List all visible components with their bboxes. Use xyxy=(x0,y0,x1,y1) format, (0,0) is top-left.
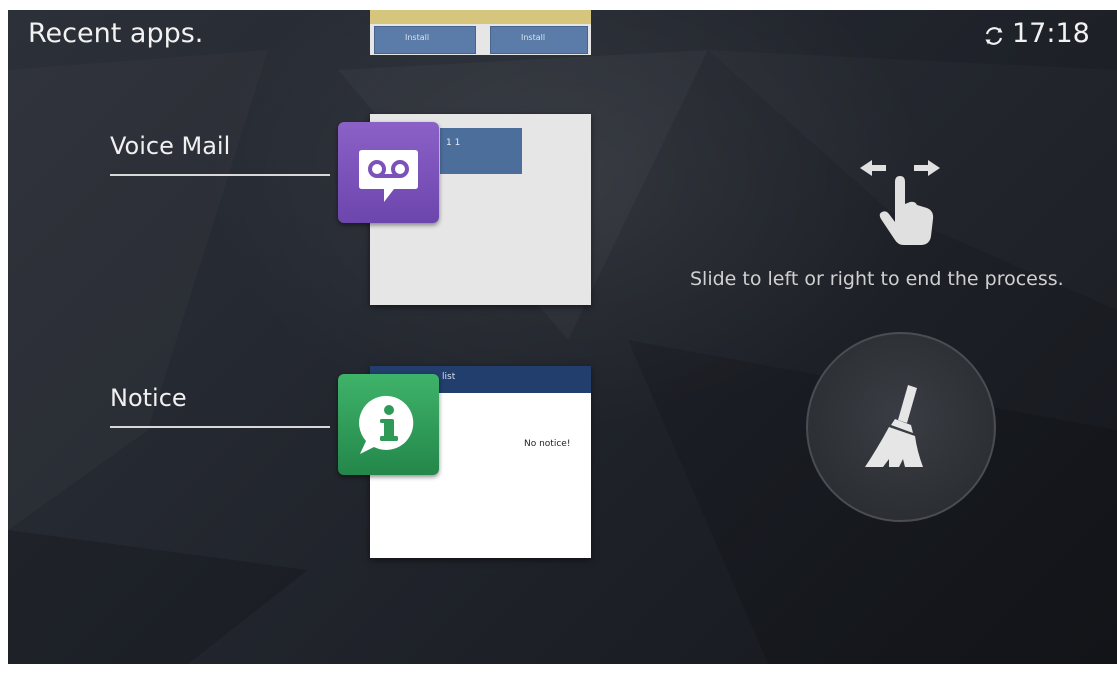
thumbnail-tile-text: 1 1 xyxy=(446,138,461,148)
info-icon xyxy=(359,395,414,454)
app-label-voice-mail: Voice Mail xyxy=(110,132,231,160)
label-underline xyxy=(110,426,330,428)
app-label-notice: Notice xyxy=(110,384,187,412)
background-pattern xyxy=(8,340,1117,664)
thumbnail-empty-message: No notice! xyxy=(524,439,571,449)
voicemail-app-icon[interactable] xyxy=(338,122,439,223)
install-button: Install xyxy=(490,26,588,54)
sync-icon xyxy=(985,27,1003,45)
thumbnail-tile: 1 1 xyxy=(440,128,522,174)
notice-app-icon[interactable] xyxy=(338,374,439,475)
swipe-hint-text: Slide to left or right to end the proces… xyxy=(690,268,1064,290)
install-button-label: Install xyxy=(521,33,546,42)
clock: 17:18 xyxy=(1012,18,1090,49)
install-button-label: Install xyxy=(405,33,430,42)
clear-all-button[interactable] xyxy=(806,332,996,522)
screen-title: Recent apps. xyxy=(28,18,204,49)
voicemail-icon xyxy=(359,150,418,202)
label-underline xyxy=(110,174,330,176)
recent-apps-screen: Recent apps. 17:18 Install Install Voice… xyxy=(8,10,1117,664)
swipe-gesture-icon xyxy=(860,160,940,245)
install-button: Install xyxy=(374,26,476,54)
partial-app-card[interactable]: Install Install xyxy=(370,10,591,55)
broom-icon xyxy=(865,385,923,467)
thumbnail-header-text: list xyxy=(442,372,456,382)
partial-card-header xyxy=(370,10,591,24)
